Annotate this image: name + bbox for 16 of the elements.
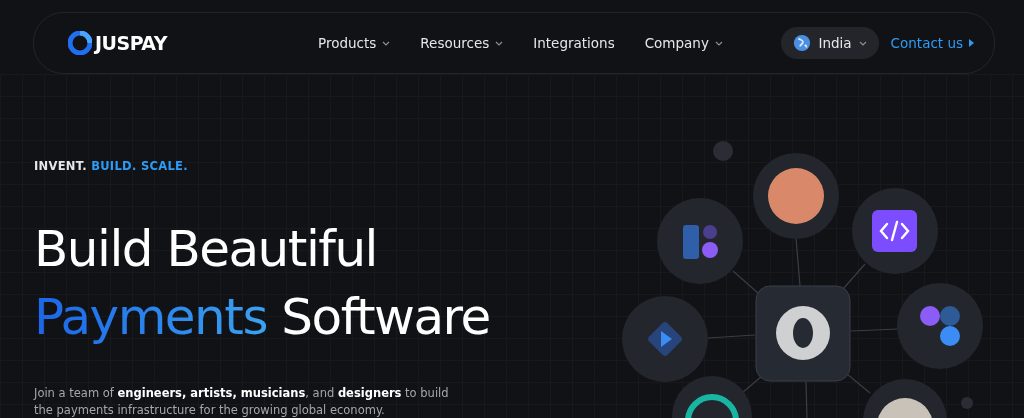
headline: Build Beautiful Payments Software	[34, 219, 491, 348]
logo-icon	[68, 31, 92, 55]
dot-icon	[713, 141, 733, 161]
logo-text[interactable]: JUSPAY	[95, 32, 167, 54]
globe-icon	[793, 34, 812, 52]
description: Join a team of engineers, artists, musicians, and designers to build the payments infrastructure for the growing global economy.	[34, 385, 450, 418]
region-selector[interactable]: India	[781, 27, 879, 59]
nav-link[interactable]: Resources	[420, 35, 504, 51]
nav-link[interactable]: Company	[644, 35, 723, 51]
nav-link[interactable]: Products	[318, 35, 391, 51]
chevron-down-icon	[858, 40, 867, 46]
contact-link[interactable]: Contact us	[890, 35, 974, 51]
dot-icon	[961, 397, 973, 409]
tagline: INVENT. BUILD. SCALE.	[34, 159, 189, 173]
caret-right-icon	[969, 39, 974, 47]
nav-link[interactable]: Integrations	[533, 35, 615, 51]
